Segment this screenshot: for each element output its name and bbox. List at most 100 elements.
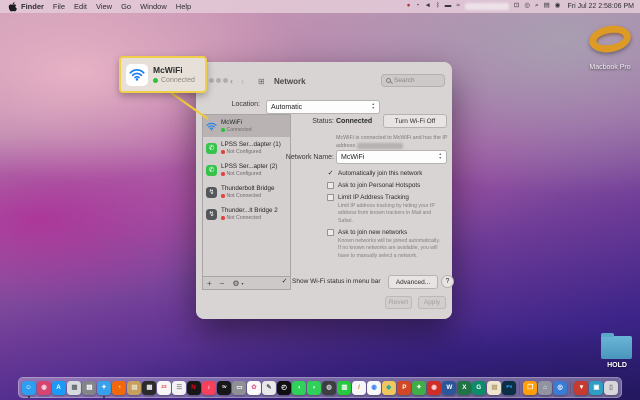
menu-item-view[interactable]: View bbox=[96, 2, 112, 11]
window-titlebar[interactable]: ‹ › ⊞ Network bbox=[196, 62, 452, 88]
remove-interface-button[interactable]: − bbox=[216, 279, 229, 288]
dock-item-clock-app[interactable]: ◴ bbox=[277, 380, 291, 395]
dock-item-design-app[interactable]: ✎ bbox=[262, 380, 276, 395]
apply-button[interactable]: Apply bbox=[418, 296, 446, 309]
dock-item-sketch[interactable]: ◆ bbox=[382, 380, 396, 395]
recording-indicator-icon[interactable]: ● bbox=[407, 3, 411, 10]
dock-item-camera-app[interactable]: ▣ bbox=[589, 380, 603, 395]
dock-item-photos[interactable]: ✿ bbox=[247, 380, 261, 395]
dock-item-globe-app[interactable]: ◍ bbox=[322, 380, 336, 395]
dock-item-safari[interactable]: ✦ bbox=[97, 380, 111, 395]
sketch-icon: ◆ bbox=[386, 384, 392, 391]
menu-item-file[interactable]: File bbox=[53, 2, 65, 11]
menu-item-edit[interactable]: Edit bbox=[74, 2, 87, 11]
dock-item-excel[interactable]: X bbox=[457, 380, 471, 395]
add-interface-button[interactable]: + bbox=[203, 279, 216, 288]
dock-item-siri[interactable]: ◉ bbox=[37, 380, 51, 395]
dock-item-apple-tv[interactable]: tv bbox=[217, 380, 231, 395]
control-center-icon[interactable]: ▤ bbox=[544, 3, 550, 10]
dock-item-app-store[interactable]: A bbox=[52, 380, 66, 395]
battery-icon[interactable]: ▬ bbox=[445, 3, 452, 10]
dock-item-notes-beige[interactable]: ▤ bbox=[487, 380, 501, 395]
location-dropdown[interactable]: Automatic ▲ ▼ bbox=[266, 100, 380, 114]
volume-icon[interactable]: ◄ bbox=[424, 3, 430, 10]
preferences-search-field[interactable] bbox=[381, 74, 445, 87]
menu-item-help[interactable]: Help bbox=[176, 2, 191, 11]
help-button[interactable]: ? bbox=[441, 275, 454, 288]
checkbox-ask-join-new[interactable]: Ask to join new networks bbox=[327, 229, 447, 237]
turn-wifi-off-button[interactable]: Turn Wi-Fi Off bbox=[383, 114, 447, 128]
menu-bar-status: ● ◔ ◄ ᛒ ▬ ≈ ⊡ ◎ ⌕ ▤ ◉ Fri Jul 22 2:58:06 PM bbox=[407, 3, 634, 10]
sidebar-item-thunderbolt-bridge-2[interactable]: ↯ Thunder...lt Bridge 2 Not Connected bbox=[203, 203, 290, 225]
dock-item-green-app[interactable]: ✦ bbox=[412, 380, 426, 395]
interface-status: Not Configured bbox=[226, 149, 262, 155]
show-all-icon[interactable]: ⊞ bbox=[258, 77, 265, 86]
bluetooth-icon[interactable]: ᛒ bbox=[436, 3, 440, 10]
checkbox-limit-ip-tracking[interactable]: Limit IP Address Tracking bbox=[327, 194, 447, 202]
dock-item-reminders[interactable]: ☰ bbox=[172, 380, 186, 395]
menu-item-finder[interactable]: Finder bbox=[21, 2, 44, 11]
menu-item-window[interactable]: Window bbox=[140, 2, 167, 11]
dock-item-grammarly[interactable]: G bbox=[472, 380, 486, 395]
dock-item-pencil-app[interactable]: / bbox=[352, 380, 366, 395]
menu-item-go[interactable]: Go bbox=[121, 2, 131, 11]
dock-item-mission-control[interactable]: ▦ bbox=[142, 380, 156, 395]
hard-disk-label[interactable]: Macbook Pro bbox=[570, 64, 640, 71]
dock-item-netflix[interactable]: N bbox=[187, 380, 201, 395]
hard-disk-icon[interactable] bbox=[587, 22, 633, 56]
dock-item-launchpad[interactable]: ▦ bbox=[67, 380, 81, 395]
dock-item-trash[interactable]: ▯ bbox=[604, 380, 618, 395]
display-icon[interactable]: ⊡ bbox=[514, 3, 519, 10]
forward-button[interactable]: › bbox=[241, 76, 244, 86]
dock-item-chrome[interactable]: ◉ bbox=[367, 380, 381, 395]
checkbox-mark[interactable] bbox=[327, 182, 334, 190]
shortcuts-icon[interactable]: ◎ bbox=[524, 3, 530, 10]
chrome-icon: ◉ bbox=[371, 384, 377, 391]
dock-item-red-app[interactable]: ◉ bbox=[427, 380, 441, 395]
search-input[interactable] bbox=[394, 77, 438, 84]
dock-item-notes-tan[interactable]: ▤ bbox=[127, 380, 141, 395]
dock-item-window-app[interactable]: ▭ bbox=[232, 380, 246, 395]
siri-icon[interactable]: ◉ bbox=[555, 3, 561, 10]
finder-icon: ☺ bbox=[25, 384, 33, 391]
hold-folder-icon[interactable] bbox=[601, 333, 632, 359]
checkbox-mark[interactable] bbox=[327, 194, 334, 202]
checkbox-show-wifi-menubar[interactable]: ✓ Show Wi-Fi status in menu bar bbox=[281, 278, 381, 286]
advanced-button[interactable]: Advanced... bbox=[388, 275, 438, 289]
dock-item-music[interactable]: ♪ bbox=[202, 380, 216, 395]
status-dot bbox=[221, 150, 225, 154]
spotlight-icon[interactable]: ⌕ bbox=[535, 3, 539, 10]
zoom-button[interactable] bbox=[223, 78, 228, 83]
dock-item-compass-app[interactable]: ◎ bbox=[553, 380, 567, 395]
close-button[interactable] bbox=[209, 78, 214, 83]
dock-item-keyboard-app[interactable]: ▤ bbox=[82, 380, 96, 395]
dock-item-downloads[interactable]: ▼ bbox=[574, 380, 588, 395]
dock-item-photoshop[interactable]: Ps bbox=[502, 380, 516, 395]
network-name-dropdown[interactable]: McWiFi ▲ ▼ bbox=[336, 150, 447, 164]
revert-button[interactable]: Revert bbox=[385, 296, 412, 309]
dock-item-facetime[interactable]: ◖ bbox=[292, 380, 306, 395]
checkbox-mark[interactable]: ✓ bbox=[281, 278, 288, 285]
dock-item-word[interactable]: W bbox=[442, 380, 456, 395]
back-button[interactable]: ‹ bbox=[230, 76, 233, 86]
checkbox-personal-hotspots[interactable]: Ask to join Personal Hotspots bbox=[327, 182, 447, 190]
sidebar-item-thunderbolt-bridge[interactable]: ↯ Thunderbolt Bridge Not Connected bbox=[203, 181, 290, 203]
dock-item-books[interactable]: ❐ bbox=[523, 380, 537, 395]
dock-item-home[interactable]: ⌂ bbox=[538, 380, 552, 395]
dock-item-messages[interactable]: ◗ bbox=[307, 380, 321, 395]
menu-bar-clock[interactable]: Fri Jul 22 2:58:06 PM bbox=[567, 3, 634, 10]
dock-item-firefox[interactable]: ◔ bbox=[112, 380, 126, 395]
checkbox-mark[interactable] bbox=[327, 229, 334, 237]
sidebar-item-lpss-serial-2[interactable]: ✆ LPSS Ser...apter (2) Not Configured bbox=[203, 159, 290, 181]
apple-menu-icon[interactable] bbox=[8, 1, 17, 12]
dock-item-stocks[interactable]: ▥ bbox=[337, 380, 351, 395]
wifi-menu-icon[interactable]: ≈ bbox=[456, 3, 460, 10]
minimize-button[interactable] bbox=[216, 78, 221, 83]
dock-item-finder[interactable]: ☺ bbox=[22, 380, 36, 395]
dock-item-powerpoint[interactable]: P bbox=[397, 380, 411, 395]
hold-folder-label[interactable]: HOLD bbox=[596, 362, 638, 369]
checkbox-auto-join[interactable]: ✓ Automatically join this network bbox=[327, 170, 447, 178]
checkbox-mark[interactable]: ✓ bbox=[327, 170, 334, 177]
dock-item-calendar[interactable]: 22 bbox=[157, 380, 171, 395]
time-machine-icon[interactable]: ◔ bbox=[416, 3, 420, 10]
